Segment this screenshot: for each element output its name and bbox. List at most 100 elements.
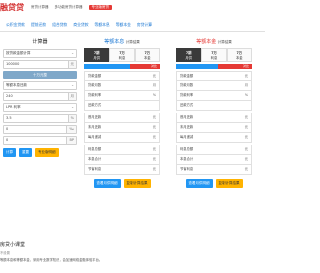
- nav-item-calculator[interactable]: 房贷计算器: [31, 5, 49, 10]
- term-label: 本金: [236, 56, 243, 60]
- tab-equal-installment[interactable]: 等额本息: [95, 20, 110, 30]
- extra-input[interactable]: 0 ‰: [3, 125, 77, 134]
- term-row: 7期 月供 7万 利息 7万 本金: [84, 48, 160, 62]
- months-unit: 月: [67, 93, 76, 100]
- term-card[interactable]: 7期 月供: [176, 48, 202, 62]
- extra-unit: ‰: [66, 126, 76, 133]
- compare-bar-blue: [176, 64, 218, 69]
- result-row-label: 每月递减: [88, 135, 102, 139]
- nav-item-pro[interactable]: 专业版房贷: [88, 5, 112, 10]
- term-card[interactable]: 7万 本金: [226, 48, 252, 62]
- compare-bar: 对比: [84, 64, 160, 69]
- term-label: 利息: [210, 56, 218, 60]
- compare-bar-label: 对比: [242, 64, 249, 68]
- logo: 融贷贷: [0, 3, 24, 12]
- calculate-button[interactable]: 计算: [3, 148, 16, 157]
- result-row-label: 每月递减: [180, 135, 194, 139]
- loan-type-select[interactable]: 按贷款金额计算 ⌄: [3, 49, 77, 58]
- term-card[interactable]: 7万 本金: [134, 48, 160, 62]
- rate-input[interactable]: 3.5 %: [3, 114, 77, 123]
- result-row-label: 贷款利率: [88, 93, 102, 97]
- term-value: 7期: [185, 51, 192, 55]
- compare-bar-label: 对比: [150, 64, 157, 68]
- amount-value: 100000: [6, 62, 20, 66]
- term-value: 7万: [236, 51, 243, 55]
- months-input[interactable]: 240 月: [3, 92, 77, 101]
- reset-button[interactable]: 重置: [19, 148, 32, 157]
- top-bar: 融贷贷 房贷计算器 多功能房贷计算器 专业版房贷: [0, 0, 265, 15]
- result-row-label: 利息总额: [180, 147, 194, 151]
- rate-value: 3.5: [6, 116, 12, 120]
- term-card[interactable]: 7期 月供: [84, 48, 110, 62]
- tab-prepay[interactable]: 提前还款: [31, 20, 46, 30]
- result-row-unit: 元: [244, 74, 248, 78]
- result-row-label: 贷款利率: [180, 93, 194, 97]
- tab-fund-loan[interactable]: 公积金贷款: [6, 20, 25, 30]
- result-row-label: 本息合计: [88, 157, 102, 161]
- result-row-label: 贷款月数: [180, 83, 194, 87]
- amount-unit: 元: [67, 61, 76, 68]
- amount-in-words: 十万元整: [3, 71, 77, 79]
- result-row-unit: 元: [244, 115, 248, 119]
- result-row-unit: %: [244, 93, 248, 97]
- result-title-rest: 计算结果: [217, 40, 232, 44]
- result-row: 末月还款 元: [84, 123, 160, 133]
- term-value: 7万: [119, 51, 125, 55]
- result-row: 本息合计 元: [176, 155, 252, 165]
- term-label: 本金: [144, 56, 151, 60]
- rate-type-select[interactable]: LPR 利率 ⌄: [3, 103, 77, 112]
- tab-mortgage-calc[interactable]: 房贷计算: [137, 20, 152, 30]
- amount-input[interactable]: 100000 元: [3, 60, 77, 69]
- repay-mode-select[interactable]: 等额本息还款 ⌄: [3, 81, 77, 90]
- result-row-unit: 月: [152, 83, 156, 87]
- result-row-label: 节省利息: [180, 167, 194, 171]
- term-card[interactable]: 7万 利息: [201, 48, 227, 62]
- result-row: 本息合计 元: [84, 155, 160, 165]
- result-row-label: 还款方式: [180, 103, 194, 107]
- result-row-label: 末月还款: [180, 125, 194, 129]
- result-row-unit: 元: [244, 135, 248, 139]
- result-row-label: 利息总额: [88, 147, 102, 151]
- result-row-label: 本息合计: [180, 157, 194, 161]
- view-detail-button[interactable]: 查看月供明细: [93, 179, 121, 188]
- footer-text: 等额本息和等额本金，采用专业数学知识，会加速网络金融体验平台。: [0, 258, 103, 262]
- chevron-down-icon: ⌄: [71, 83, 74, 87]
- term-label: 月供: [185, 56, 192, 60]
- term-row: 7期 月供 7万 利息 7万 本金: [176, 48, 252, 62]
- result-rows: 贷款金额元贷款月数月贷款利率% 还款方式 首月还款元末月还款元每月递减元利息总额元本…: [84, 71, 160, 175]
- result-row-unit: 元: [152, 135, 156, 139]
- copy-result-button[interactable]: 复制计算结果: [215, 179, 243, 188]
- result-row-label: 贷款金额: [88, 74, 102, 78]
- copy-result-button[interactable]: 复制计算结果: [123, 179, 151, 188]
- tab-equal-principal[interactable]: 等额本金: [116, 20, 131, 30]
- months-value: 240: [6, 94, 13, 98]
- result-row: 贷款金额 元: [84, 71, 160, 81]
- result-row: 贷款金额 元: [176, 71, 252, 81]
- rate-type-value: LPR 利率: [6, 105, 21, 109]
- result-title-principal: 等额本金 计算结果: [176, 38, 252, 45]
- result-row: 每月递减 元: [84, 133, 160, 143]
- result-row-label: 末月还款: [88, 125, 102, 129]
- term-label: 月供: [93, 56, 100, 60]
- result-row: 末月还款 元: [176, 123, 252, 133]
- nav-item-multi[interactable]: 多功能房贷计算器: [55, 5, 83, 10]
- result-row-unit: 元: [152, 74, 156, 78]
- result-title-installment: 等额本息 计算结果: [84, 38, 160, 45]
- pro-detail-button[interactable]: 专业版明细: [35, 148, 59, 157]
- result-row-unit: %: [152, 93, 156, 97]
- result-row: 利息总额 元: [176, 145, 252, 155]
- result-row-unit: 元: [244, 147, 248, 151]
- result-row: 贷款利率%: [176, 91, 252, 101]
- result-row: 节省利息 元: [84, 165, 160, 175]
- bp-value: 0: [6, 138, 9, 142]
- compare-bar: 对比: [176, 64, 252, 69]
- tab-commercial-loan[interactable]: 商业贷款: [73, 20, 88, 30]
- bp-input[interactable]: 0 BP: [3, 136, 77, 145]
- term-label: 利息: [118, 56, 126, 60]
- view-detail-button[interactable]: 查看月供明细: [185, 179, 213, 188]
- tab-combo-loan[interactable]: 组合贷款: [52, 20, 67, 30]
- extra-value: 0: [6, 127, 9, 131]
- term-card[interactable]: 7万 利息: [109, 48, 135, 62]
- term-value: 7万: [211, 51, 217, 55]
- result-row-unit: 元: [152, 157, 156, 161]
